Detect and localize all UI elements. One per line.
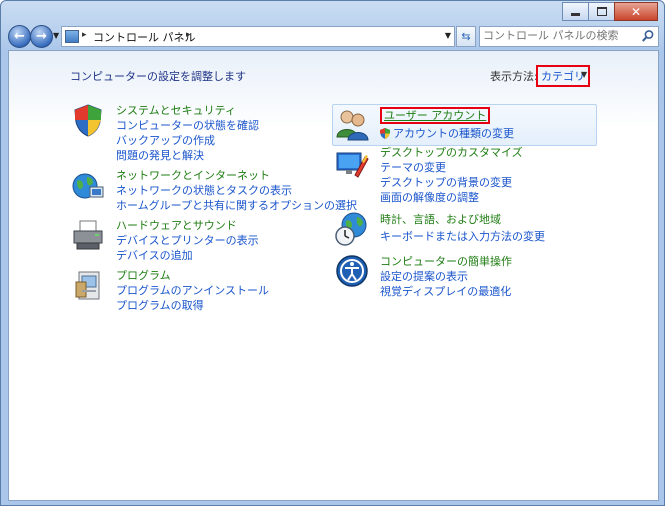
page-title: コンピューターの設定を調整します (70, 70, 246, 83)
control-panel-icon (65, 30, 79, 43)
task-link[interactable]: キーボードまたは入力方法の変更 (380, 229, 545, 244)
task-link[interactable]: バックアップの作成 (116, 133, 259, 148)
caption-buttons: ✕ (562, 2, 658, 21)
task-link[interactable]: ホームグループと共有に関するオプションの選択 (116, 198, 357, 213)
task-link[interactable]: デバイスの追加 (116, 248, 259, 263)
shield-icon[interactable] (71, 103, 105, 137)
task-link[interactable]: 問題の発見と解決 (116, 148, 259, 163)
refresh-icon: ⇆ (461, 30, 471, 43)
category-title[interactable]: プログラム (116, 268, 269, 283)
search-input[interactable] (483, 28, 633, 43)
user-accounts-title-link[interactable]: ユーザー アカウント (380, 107, 491, 124)
recent-pages-dropdown-icon[interactable]: ▼ (53, 31, 59, 40)
forward-arrow-icon: → (36, 29, 47, 44)
task-link[interactable]: プログラムのアンインストール (116, 283, 269, 298)
forward-button[interactable]: → (30, 25, 53, 48)
view-by-label: 表示方法: (490, 70, 538, 83)
minimize-icon (571, 13, 580, 16)
clock-globe-icon[interactable] (335, 212, 369, 246)
title-bar: ✕ (1, 1, 664, 23)
task-link[interactable]: ネットワークの状態とタスクの表示 (116, 183, 357, 198)
user-accounts-icon[interactable] (335, 107, 369, 141)
programs-icon[interactable] (71, 268, 105, 302)
close-icon: ✕ (630, 4, 642, 19)
category-title[interactable]: システムとセキュリティ (116, 103, 259, 118)
close-button[interactable]: ✕ (614, 2, 658, 21)
printer-icon[interactable] (71, 218, 105, 252)
task-link[interactable]: 視覚ディスプレイの最適化 (380, 284, 512, 299)
uac-shield-icon (380, 128, 390, 139)
minimize-button[interactable] (562, 2, 589, 21)
address-dropdown-icon[interactable]: ▼ (445, 31, 451, 40)
navigation-bar: ← → ▼ ▸ コントロール パネル ▸ ▼ ⇆ (1, 23, 664, 49)
search-icon[interactable] (641, 29, 655, 43)
task-link[interactable]: デスクトップの背景の変更 (380, 175, 523, 190)
task-link[interactable]: デバイスとプリンターの表示 (116, 233, 259, 248)
refresh-button[interactable]: ⇆ (456, 26, 476, 47)
maximize-button[interactable] (588, 2, 615, 21)
control-panel-window: ✕ ← → ▼ ▸ コントロール パネル ▸ ▼ ⇆ コンピューターの設定を調整… (0, 0, 665, 506)
task-link[interactable]: アカウントの種類の変更 (380, 126, 514, 141)
back-button[interactable]: ← (8, 25, 31, 48)
task-link[interactable]: 画面の解像度の調整 (380, 190, 523, 205)
search-box[interactable] (479, 26, 659, 47)
category-title[interactable]: コンピューターの簡単操作 (380, 254, 512, 269)
category-title[interactable]: 時計、言語、および地域 (380, 212, 545, 227)
category-title[interactable]: デスクトップのカスタマイズ (380, 145, 523, 160)
appearance-icon[interactable] (335, 145, 369, 179)
view-by-chevron-icon[interactable]: ▼ (581, 70, 587, 79)
task-link-label[interactable]: アカウントの種類の変更 (393, 127, 514, 140)
network-globe-icon[interactable] (71, 168, 105, 202)
address-bar[interactable]: ▸ コントロール パネル ▸ ▼ (61, 26, 455, 47)
content-pane: コンピューターの設定を調整します 表示方法: カテゴリ ▼ システムとセキュリテ… (8, 50, 659, 501)
breadcrumb-arrow-icon[interactable]: ▸ (186, 30, 191, 40)
breadcrumb-arrow-icon[interactable]: ▸ (82, 30, 87, 40)
task-link[interactable]: テーマの変更 (380, 160, 523, 175)
maximize-icon (596, 7, 607, 16)
category-title[interactable]: ハードウェアとサウンド (116, 218, 259, 233)
back-arrow-icon: ← (14, 29, 25, 44)
breadcrumb-control-panel[interactable]: コントロール パネル (93, 29, 196, 45)
category-title[interactable]: ネットワークとインターネット (116, 168, 357, 183)
task-link[interactable]: コンピューターの状態を確認 (116, 118, 259, 133)
ease-of-access-icon[interactable] (335, 254, 369, 288)
task-link[interactable]: 設定の提案の表示 (380, 269, 512, 284)
task-link[interactable]: プログラムの取得 (116, 298, 269, 313)
